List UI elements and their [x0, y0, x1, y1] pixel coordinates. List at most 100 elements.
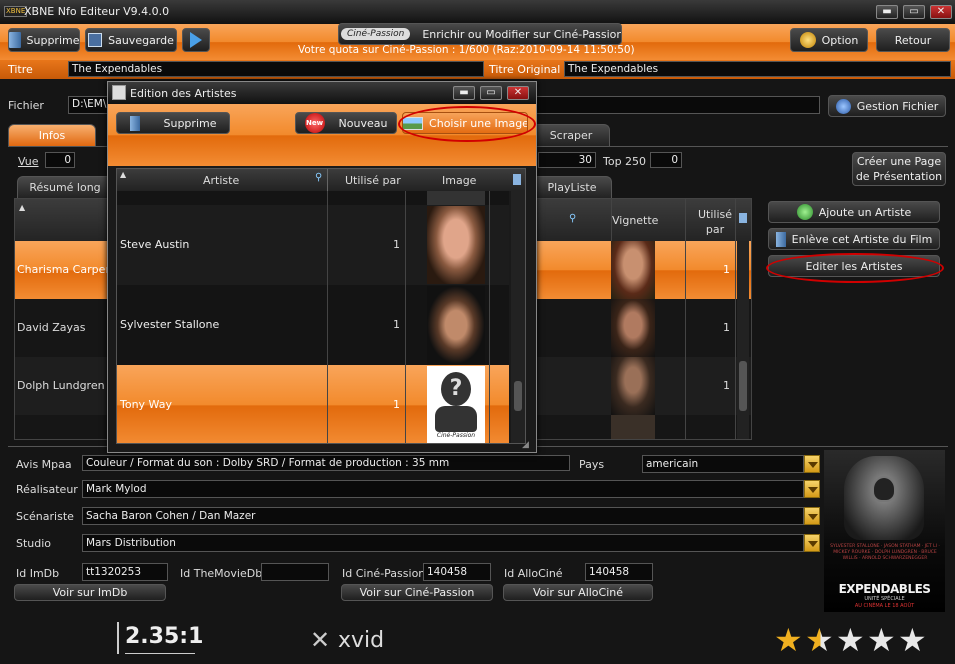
- pays-field[interactable]: americain: [642, 455, 804, 473]
- ajoute-artiste-button[interactable]: Ajoute un Artiste: [768, 201, 940, 223]
- voir-cine-passion-button[interactable]: Voir sur Ciné-Passion: [341, 584, 493, 601]
- artiste-column-header[interactable]: Artiste: [203, 174, 239, 187]
- artist-count: 1: [393, 318, 400, 331]
- vignette-header: Vignette: [612, 214, 659, 227]
- codec-badge: ✕ xvid: [310, 624, 400, 658]
- subtab-playliste[interactable]: PlayListe: [532, 176, 612, 198]
- cine-passion-id-field[interactable]: 140458: [423, 563, 491, 581]
- star-icon[interactable]: ★: [836, 622, 867, 658]
- scenariste-dropdown-arrow[interactable]: [804, 507, 820, 525]
- retour-label: Retour: [894, 33, 932, 47]
- subtab-resume-long[interactable]: Résumé long: [17, 176, 113, 198]
- column-divider: [405, 191, 406, 443]
- column-divider: [489, 191, 490, 443]
- tmdb-field[interactable]: [261, 563, 329, 581]
- creer-presentation-button[interactable]: Créer une Page de Présentation: [852, 152, 946, 186]
- enrichir-cine-passion-button[interactable]: Ciné-Passion Enrichir ou Modifier sur Ci…: [338, 23, 622, 45]
- fichier-label: Fichier: [8, 99, 44, 112]
- minimize-button[interactable]: ▬: [876, 5, 898, 19]
- rating-stars[interactable]: ★★★★★: [774, 622, 934, 658]
- tab-infos[interactable]: Infos: [8, 124, 96, 146]
- gestion-fichier-label: Gestion Fichier: [856, 99, 939, 113]
- artist-name: Tony Way: [120, 398, 172, 411]
- scenariste-field[interactable]: Sacha Baron Cohen / Dan Mazer: [82, 507, 804, 525]
- dialog-supprime-button[interactable]: Supprime: [116, 112, 230, 134]
- scenariste-label: Scénariste: [16, 510, 74, 523]
- actor-name: David Zayas: [17, 321, 86, 334]
- voir-imdb-button[interactable]: Voir sur ImDb: [14, 584, 166, 601]
- utilise-column-header[interactable]: Utilisé par: [345, 174, 401, 187]
- sauvegarde-button[interactable]: Sauvegarde: [85, 28, 177, 52]
- artist-name: Steve Austin: [120, 238, 190, 251]
- sauvegarde-label: Sauvegarde: [108, 33, 174, 47]
- app-title: XBNE Nfo Editeur V9.4.0.0: [24, 5, 170, 18]
- highlight-circle: [766, 253, 944, 283]
- star-icon[interactable]: ★: [805, 622, 836, 658]
- poster-skull-icon: [872, 476, 896, 502]
- column-divider: [735, 199, 736, 439]
- titre-original-label: Titre Original: [489, 63, 561, 76]
- gestion-fichier-button[interactable]: Gestion Fichier: [828, 95, 946, 117]
- maximize-button[interactable]: ▭: [903, 5, 925, 19]
- actor-name: Dolph Lundgren: [17, 379, 105, 392]
- voir-allocine-button[interactable]: Voir sur AlloCiné: [503, 584, 653, 601]
- titre-original-field[interactable]: The Expendables: [564, 61, 951, 77]
- dialog-minimize-button[interactable]: ▬: [453, 86, 475, 100]
- tmdb-label: Id TheMovieDb: [180, 567, 263, 580]
- image-column-header[interactable]: Image: [442, 174, 476, 187]
- poster-title: EXPENDABLES: [838, 582, 931, 596]
- close-button[interactable]: ✕: [930, 5, 952, 19]
- cine-passion-id-label: Id Ciné-Passion: [342, 567, 426, 580]
- dialog-supprime-label: Supprime: [163, 116, 217, 130]
- realisateur-dropdown-arrow[interactable]: [804, 480, 820, 498]
- play-button[interactable]: [182, 28, 210, 52]
- realisateur-field[interactable]: Mark Mylod: [82, 480, 804, 498]
- placeholder-brand: Ciné-Passion: [436, 432, 476, 439]
- avis-mpaa-field[interactable]: Couleur / Format du son : Dolby SRD / Fo…: [82, 455, 570, 471]
- help-icon: [835, 98, 851, 114]
- studio-label: Studio: [16, 537, 52, 550]
- studio-field[interactable]: Mars Distribution: [82, 534, 804, 552]
- retour-button[interactable]: Retour: [876, 28, 950, 52]
- nouveau-button[interactable]: New Nouveau: [295, 112, 397, 134]
- search-icon: ⚲: [569, 213, 577, 224]
- dialog-scrollbar[interactable]: [511, 191, 525, 443]
- star-icon[interactable]: ★: [867, 622, 898, 658]
- enleve-artiste-button[interactable]: Enlève cet Artiste du Film: [768, 228, 940, 250]
- trash-icon: [129, 115, 140, 131]
- studio-dropdown-arrow[interactable]: [804, 534, 820, 552]
- titre-field[interactable]: The Expendables: [68, 61, 484, 77]
- actor-count: 1: [723, 263, 730, 276]
- actor-thumbnail: [611, 299, 655, 357]
- top250-field[interactable]: 0: [650, 152, 682, 168]
- resize-grip-icon[interactable]: ◢: [522, 440, 529, 450]
- actors-scrollbar[interactable]: [737, 241, 749, 439]
- header-divider: [327, 169, 328, 191]
- cine-passion-logo: Ciné-Passion: [341, 28, 411, 40]
- pays-label: Pays: [579, 458, 605, 471]
- dialog-maximize-button[interactable]: ▭: [480, 86, 502, 100]
- artist-photo-placeholder: ? Ciné-Passion: [427, 366, 485, 443]
- star-icon[interactable]: ★: [898, 622, 929, 658]
- quota-text: Votre quota sur Ciné-Passion : 1/600 (Ra…: [298, 44, 635, 56]
- dialog-scroll-thumb[interactable]: [514, 381, 522, 411]
- count-field[interactable]: 30: [538, 152, 596, 168]
- vue-field[interactable]: 0: [45, 152, 75, 168]
- poster-date: AU CINÉMA LE 18 AOÛT: [854, 603, 915, 609]
- enleve-artiste-label: Enlève cet Artiste du Film: [791, 232, 933, 246]
- avis-mpaa-label: Avis Mpaa: [16, 458, 72, 471]
- poster-credits: SYLVESTER STALLONE · JASON STATHAM · JET…: [830, 544, 940, 561]
- imdb-field[interactable]: tt1320253: [82, 563, 168, 581]
- tools-icon: [799, 32, 816, 48]
- vue-label: Vue: [18, 155, 39, 168]
- voir-cine-passion-label: Voir sur Ciné-Passion: [359, 586, 475, 599]
- dialog-close-button[interactable]: ✕: [507, 86, 529, 100]
- supprime-button[interactable]: Supprime: [8, 28, 80, 52]
- pays-dropdown-arrow[interactable]: [804, 455, 820, 473]
- titre-label: Titre: [8, 63, 33, 76]
- star-icon[interactable]: ★: [774, 622, 805, 658]
- option-button[interactable]: Option: [790, 28, 868, 52]
- allocine-field[interactable]: 140458: [585, 563, 653, 581]
- tab-scraper[interactable]: Scraper: [532, 124, 610, 146]
- actors-scroll-thumb[interactable]: [739, 361, 747, 411]
